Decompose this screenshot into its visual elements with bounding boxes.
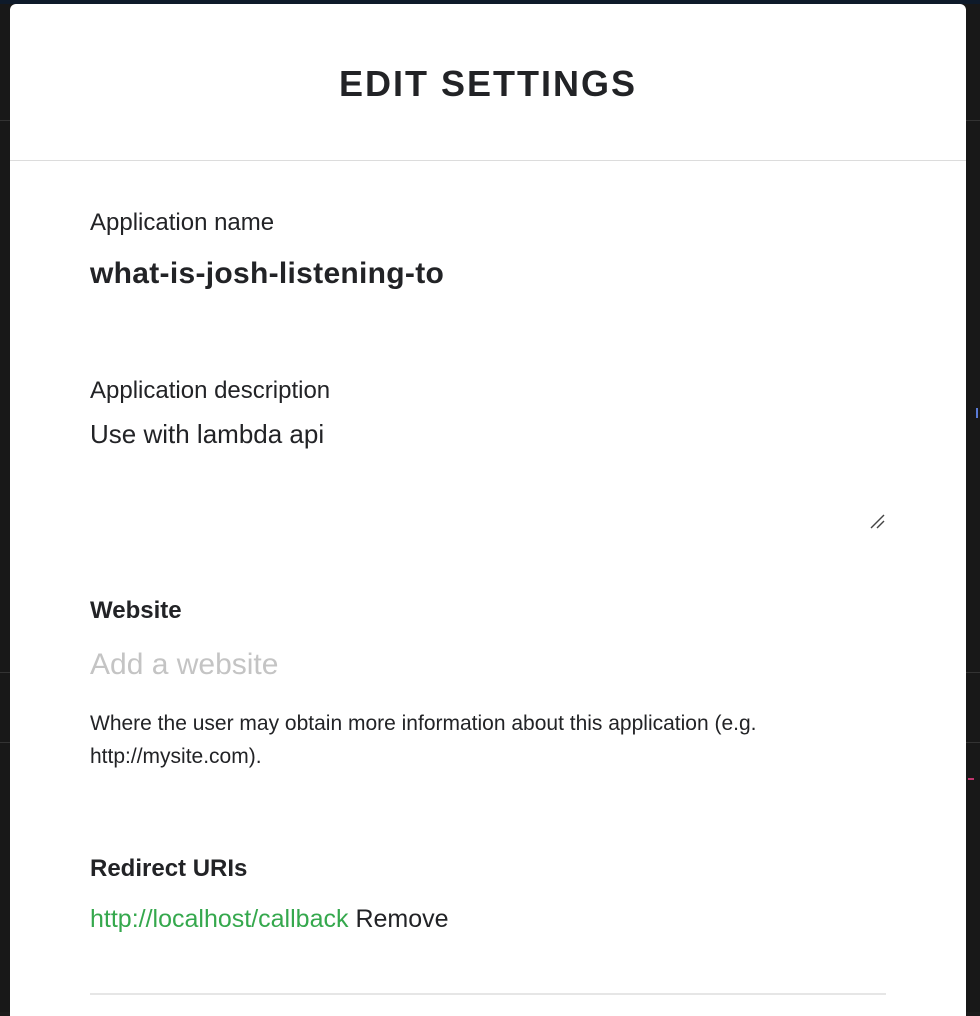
- application-description-label: Application description: [90, 377, 331, 404]
- edit-settings-modal: EDIT SETTINGS Application name what-is-j…: [10, 4, 966, 1016]
- remove-redirect-uri-button[interactable]: Remove: [355, 905, 448, 933]
- background-divider: [0, 742, 10, 743]
- redirect-uris-label: Redirect URIs: [90, 855, 248, 882]
- website-label: Website: [90, 597, 182, 624]
- redirect-uri-link[interactable]: http://localhost/callback: [90, 905, 348, 933]
- background-divider: [966, 742, 980, 743]
- modal-title: EDIT SETTINGS: [338, 63, 638, 104]
- background-divider: [966, 672, 980, 673]
- modal-header: EDIT SETTINGS: [10, 4, 966, 161]
- resize-grip-icon[interactable]: [867, 511, 885, 529]
- background-accent: [976, 408, 978, 418]
- background-divider: [966, 120, 980, 121]
- section-divider: [90, 993, 886, 995]
- background-divider: [0, 672, 10, 673]
- application-name-value: what-is-josh-listening-to: [90, 257, 445, 290]
- background-divider: [0, 120, 10, 121]
- website-input[interactable]: [90, 645, 886, 685]
- website-helper-text: Where the user may obtain more informati…: [90, 712, 757, 768]
- redirect-uri-item: http://localhost/callback Remove: [90, 905, 449, 934]
- background-accent: [968, 778, 974, 780]
- application-description-field[interactable]: [90, 419, 886, 529]
- application-name-label: Application name: [90, 209, 275, 236]
